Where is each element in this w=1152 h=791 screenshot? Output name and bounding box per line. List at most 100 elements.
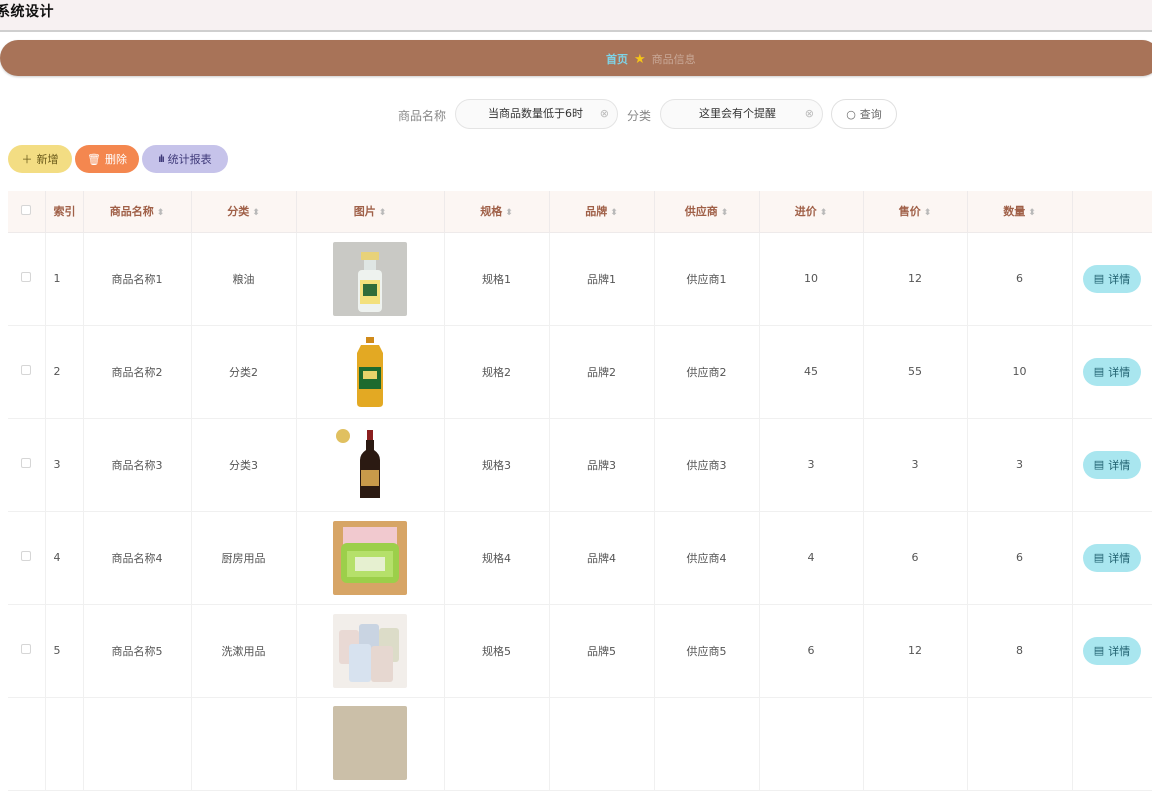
product-image[interactable] [333, 334, 407, 409]
cell-price: 12 [863, 232, 968, 326]
header-cost[interactable]: 进价 ⬍ [759, 191, 864, 233]
cell-supplier: 供应商1 [654, 232, 760, 326]
detail-button[interactable]: ▤ 详情 [1083, 636, 1141, 665]
cell-category: 粮油 [191, 232, 297, 326]
header-brand[interactable]: 品牌 ⬍ [549, 191, 655, 233]
query-button[interactable]: ○ 查询 [831, 99, 897, 129]
table-row[interactable]: 5 商品名称5 洗漱用品 规格5 品牌5 供应商5 6 12 8 ▤ 详情 [8, 604, 1152, 698]
header-price[interactable]: 售价 ⬍ [863, 191, 968, 233]
table-row[interactable]: 3 商品名称3 分类3 规格3 品牌3 供应商3 3 3 3 ▤ 详情 [8, 418, 1152, 512]
cell-spec: 规格3 [444, 418, 550, 512]
sort-icon[interactable]: ⬍ [252, 208, 260, 218]
cell-category: 洗漱用品 [191, 604, 297, 698]
table-row[interactable] [8, 697, 1152, 791]
header-qty[interactable]: 数量 ⬍ [967, 191, 1073, 233]
trash-icon: 🗑 [87, 153, 101, 166]
row-checkbox[interactable] [21, 365, 32, 375]
product-image[interactable] [333, 613, 407, 688]
report-button[interactable]: ılı 统计报表 [142, 145, 228, 173]
document-icon: ▤ [1093, 458, 1105, 471]
cell-category: 厨房用品 [191, 511, 297, 605]
select-all-checkbox[interactable] [21, 204, 32, 215]
cell-cost: 45 [759, 325, 864, 419]
sort-icon[interactable]: ⬍ [820, 208, 828, 218]
clear-icon[interactable]: ⊗ [805, 100, 814, 128]
breadcrumb: 首页 ★ 商品信息 [0, 40, 1152, 76]
header-image[interactable]: 图片 ⬍ [296, 191, 445, 233]
cell-supplier: 供应商4 [654, 511, 760, 605]
row-select-cell[interactable] [8, 511, 46, 605]
cell-name: 商品名称3 [83, 418, 192, 512]
table-row[interactable]: 1 商品名称1 粮油 规格1 品牌1 供应商1 10 12 6 ▤ 详情 [8, 232, 1152, 326]
clear-icon[interactable]: ⊗ [600, 100, 609, 128]
cell-image [296, 232, 445, 326]
cell-image [296, 418, 445, 512]
detail-button[interactable]: ▤ 详情 [1083, 357, 1141, 386]
name-search-value: 当商品数量低于6时 [488, 107, 583, 120]
detail-button[interactable]: ▤ 详情 [1083, 264, 1141, 293]
breadcrumb-home[interactable]: 首页 [606, 51, 628, 67]
row-checkbox[interactable] [21, 272, 32, 282]
cell-index: 5 [45, 604, 84, 698]
row-checkbox[interactable] [21, 458, 32, 468]
cell-actions: ▤ 详情 [1072, 418, 1152, 512]
sort-icon[interactable]: ⬍ [610, 208, 618, 218]
cell-spec: 规格1 [444, 232, 550, 326]
sort-icon[interactable]: ⬍ [924, 208, 932, 218]
header-name[interactable]: 商品名称 ⬍ [83, 191, 192, 233]
product-image[interactable] [333, 705, 407, 780]
row-select-cell[interactable] [8, 418, 46, 512]
sort-icon[interactable]: ⬍ [379, 208, 387, 218]
select-all-cell[interactable] [8, 191, 46, 233]
cell-actions: ▤ 详情 [1072, 232, 1152, 326]
cell-image [296, 325, 445, 419]
row-select-cell[interactable] [8, 232, 46, 326]
cell-qty: 6 [967, 232, 1073, 326]
header-spec[interactable]: 规格 ⬍ [444, 191, 550, 233]
table-header-row: 索引 商品名称 ⬍ 分类 ⬍ 图片 ⬍ 规格 ⬍ 品牌 ⬍ 供应商 ⬍ 进价 ⬍ 售价 ⬍ 数量… [8, 191, 1152, 233]
add-button[interactable]: ＋ 新增 [8, 145, 72, 173]
row-select-cell[interactable] [8, 604, 46, 698]
document-icon: ▤ [1093, 551, 1105, 564]
detail-label: 详情 [1108, 458, 1131, 472]
breadcrumb-current: 商品信息 [651, 53, 696, 66]
product-image[interactable] [333, 427, 407, 502]
header-category[interactable]: 分类 ⬍ [191, 191, 297, 233]
delete-button[interactable]: 🗑 删除 [75, 145, 139, 173]
row-select-cell[interactable] [8, 325, 46, 419]
row-checkbox[interactable] [21, 551, 32, 561]
sort-icon[interactable]: ⬍ [505, 208, 513, 218]
table-row[interactable]: 2 商品名称2 分类2 规格2 品牌2 供应商2 45 55 10 ▤ 详情 [8, 325, 1152, 419]
table-row[interactable]: 4 商品名称4 厨房用品 规格4 品牌4 供应商4 4 6 6 ▤ 详情 [8, 511, 1152, 605]
name-label: 商品名称 [398, 109, 447, 123]
document-icon: ▤ [1093, 272, 1105, 285]
product-image[interactable] [333, 520, 407, 595]
product-image[interactable] [333, 241, 407, 316]
cell-index: 1 [45, 232, 84, 326]
cell-index: 2 [45, 325, 84, 419]
sort-icon[interactable]: ⬍ [721, 208, 729, 218]
row-checkbox[interactable] [21, 644, 32, 654]
cell-brand: 品牌3 [549, 418, 655, 512]
category-search-input[interactable]: 这里会有个提醒 ⊗ [660, 99, 823, 129]
category-label: 分类 [627, 109, 652, 123]
document-icon: ▤ [1093, 365, 1105, 378]
detail-label: 详情 [1108, 644, 1131, 658]
cell-name: 商品名称1 [83, 232, 192, 326]
detail-button[interactable]: ▤ 详情 [1083, 450, 1141, 479]
detail-label: 详情 [1108, 272, 1131, 286]
cell-name: 商品名称4 [83, 511, 192, 605]
cell-brand: 品牌2 [549, 325, 655, 419]
search-bar: 商品名称 当商品数量低于6时 ⊗ 分类 这里会有个提醒 ⊗ ○ 查询 [0, 98, 1152, 130]
header-supplier[interactable]: 供应商 ⬍ [654, 191, 760, 233]
cell-index: 3 [45, 418, 84, 512]
cell-price: 55 [863, 325, 968, 419]
cell-image [296, 511, 445, 605]
name-search-input[interactable]: 当商品数量低于6时 ⊗ [455, 99, 618, 129]
sort-icon[interactable]: ⬍ [1028, 208, 1036, 218]
sort-icon[interactable]: ⬍ [157, 208, 165, 218]
star-icon: ★ [634, 51, 646, 67]
detail-button[interactable]: ▤ 详情 [1083, 543, 1141, 572]
cell-qty: 6 [967, 511, 1073, 605]
cell-supplier: 供应商5 [654, 604, 760, 698]
